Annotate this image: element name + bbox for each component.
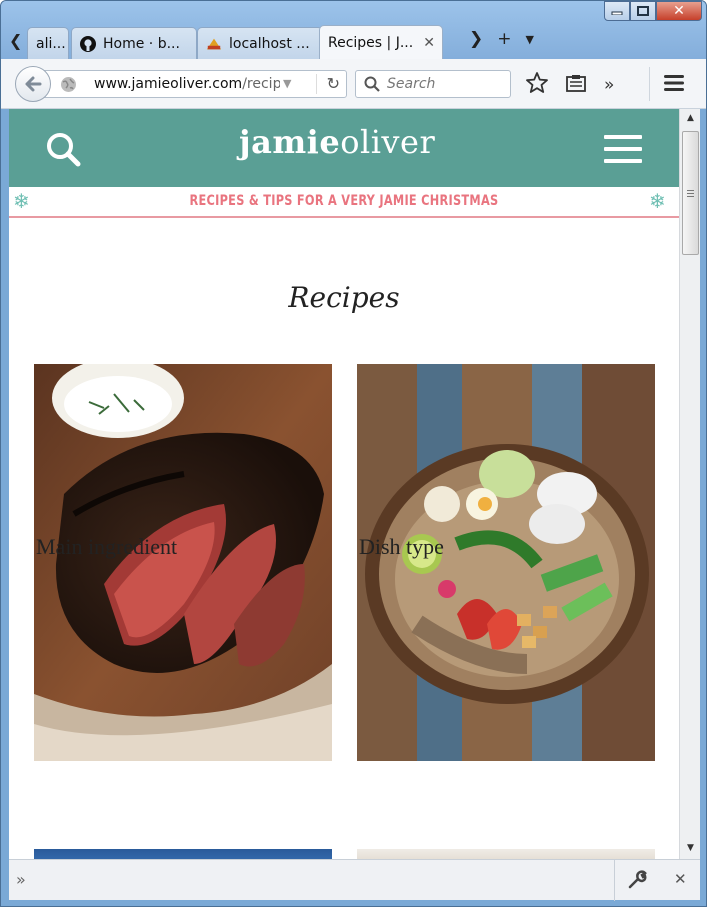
wrench-icon[interactable] xyxy=(627,870,647,894)
add-on-bar-separator xyxy=(614,860,615,901)
hamburger-menu-icon[interactable] xyxy=(604,135,642,171)
back-button[interactable] xyxy=(15,66,51,102)
logo-bold: jamie xyxy=(239,123,341,161)
salad-bowl-photo xyxy=(357,364,655,761)
page-title: Recipes xyxy=(288,281,400,314)
tab-github[interactable]: Home · b... xyxy=(71,27,197,59)
url-path: /recip xyxy=(242,76,280,92)
steak-photo xyxy=(34,364,332,761)
url-bar[interactable]: www.jamieoliver.com/recip ▼ ↻ xyxy=(37,70,347,98)
search-icon xyxy=(364,76,380,96)
new-tab-button[interactable]: + xyxy=(497,29,511,49)
add-on-bar: » ✕ xyxy=(9,859,700,901)
menu-icon[interactable] xyxy=(663,74,685,96)
github-icon xyxy=(80,35,96,52)
tab-recipes[interactable]: Recipes | J... ✕ xyxy=(319,25,443,59)
maximize-button[interactable] xyxy=(630,1,656,21)
close-tab-icon[interactable]: ✕ xyxy=(423,35,435,51)
logo-light: oliver xyxy=(340,123,436,161)
overflow-chevron-icon[interactable]: » xyxy=(604,75,614,95)
vertical-scrollbar[interactable]: ▲ ▼ xyxy=(679,109,700,859)
card-image-steak[interactable] xyxy=(34,364,332,761)
promo-text: RECIPES & TIPS FOR A VERY JAMIE CHRISTMA… xyxy=(189,193,499,209)
tab-controls: ❯ + ▼ xyxy=(469,29,534,49)
reload-icon[interactable]: ↻ xyxy=(315,74,340,94)
snowflake-icon: ❄ xyxy=(649,189,666,213)
double-chevron-icon[interactable]: » xyxy=(16,870,26,889)
url-dropdown-icon[interactable]: ▼ xyxy=(283,77,291,90)
tab-scroll-right-button[interactable]: ❯ xyxy=(469,29,483,49)
card-image-bowl[interactable] xyxy=(357,364,655,761)
url-text[interactable]: www.jamieoliver.com/recip xyxy=(94,76,280,92)
category-card-partial[interactable] xyxy=(357,849,655,859)
bookmark-star-icon[interactable] xyxy=(526,72,548,97)
card-label-main-ingredient[interactable]: Main ingredient xyxy=(36,534,177,560)
snowflake-icon: ❄ xyxy=(13,189,30,213)
scrollbar-thumb[interactable] xyxy=(682,131,699,255)
scroll-down-arrow-icon[interactable]: ▼ xyxy=(680,839,701,857)
minimize-icon xyxy=(611,11,623,15)
scroll-up-arrow-icon[interactable]: ▲ xyxy=(680,109,701,127)
tab-strip: ❮ ali... Home · b... localhost ... Recip… xyxy=(1,23,706,59)
toolbar-icons: » xyxy=(526,72,614,97)
tab-label: localhost ... xyxy=(229,35,310,52)
minimize-button[interactable] xyxy=(604,1,630,21)
category-card-partial[interactable] xyxy=(34,849,332,859)
close-window-button[interactable]: ✕ xyxy=(656,1,702,21)
window-controls: ✕ xyxy=(604,1,702,23)
page-viewport: jamieoliver ❄ RECIPES & TIPS FOR A VERY … xyxy=(9,109,679,859)
list-tabs-button[interactable]: ▼ xyxy=(526,33,534,49)
tab-label: Home · b... xyxy=(103,35,180,52)
maximize-icon xyxy=(637,6,649,16)
tab-1[interactable]: ali... xyxy=(27,27,69,59)
search-icon[interactable] xyxy=(45,131,81,171)
grip-icon xyxy=(687,190,694,197)
back-arrow-icon xyxy=(25,76,42,92)
toolbar-separator xyxy=(649,67,650,101)
close-icon[interactable]: ✕ xyxy=(674,870,687,888)
reading-list-icon[interactable] xyxy=(566,74,586,96)
close-icon: ✕ xyxy=(673,3,685,19)
search-bar[interactable]: Search xyxy=(355,70,511,98)
site-header: jamieoliver xyxy=(9,109,679,187)
site-logo[interactable]: jamieoliver xyxy=(239,123,435,161)
category-card-dish-type[interactable] xyxy=(357,364,655,761)
tab-scroll-left-button[interactable]: ❮ xyxy=(9,31,22,50)
tab-localhost[interactable]: localhost ... xyxy=(197,27,323,59)
url-domain: www.jamieoliver.com xyxy=(94,76,243,92)
promo-banner[interactable]: ❄ RECIPES & TIPS FOR A VERY JAMIE CHRIST… xyxy=(9,187,679,218)
globe-icon xyxy=(60,76,77,97)
tab-label: Recipes | J... xyxy=(328,34,414,51)
category-card-main-ingredient[interactable] xyxy=(34,364,332,761)
tab-label: ali... xyxy=(36,35,66,52)
card-label-dish-type[interactable]: Dish type xyxy=(359,534,444,560)
pma-icon xyxy=(206,36,222,52)
browser-window: ✕ ❮ ali... Home · b... localhost ... Rec… xyxy=(0,0,707,907)
navigation-toolbar: www.jamieoliver.com/recip ▼ ↻ Search » xyxy=(1,59,706,109)
search-placeholder: Search xyxy=(387,76,436,92)
title-bar: ✕ ❮ ali... Home · b... localhost ... Rec… xyxy=(1,1,706,59)
